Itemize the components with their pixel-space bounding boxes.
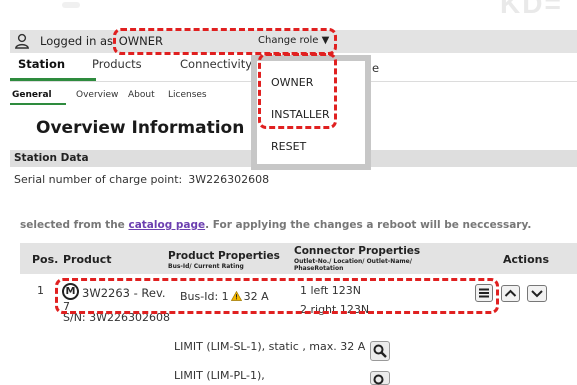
col-actions: Actions — [503, 253, 549, 266]
col-product: Product — [63, 253, 112, 266]
magnifier-icon — [373, 374, 384, 385]
tab-connectivity[interactable]: Connectivity — [180, 57, 252, 71]
col-connector-properties: Connector Properties — [294, 245, 421, 257]
subtab-general[interactable]: General — [12, 90, 52, 100]
menu-button[interactable] — [475, 284, 493, 302]
col-connector-properties-sub1: Outlet-No./ Location/ Outlet-Name/ — [294, 258, 412, 265]
col-product-properties-sub: Bus-Id/ Current Rating — [168, 263, 244, 270]
chevron-down-icon — [531, 290, 543, 298]
row-pos: 1 — [37, 284, 44, 297]
login-prefix: Logged in as — [40, 34, 114, 48]
info-text-after: . For applying the changes a reboot will… — [205, 219, 532, 231]
product-name: 3W2263 - Rev. — [82, 286, 166, 300]
info-text: selected from the catalog page. For appl… — [20, 219, 531, 231]
connector-1: 1 left 123N — [300, 284, 362, 297]
meter-icon: M — [62, 283, 79, 300]
change-role-button[interactable]: Change role ▼ — [258, 35, 329, 46]
limit-pl: LIMIT (LIM-PL-1), — [174, 369, 265, 382]
catalog-page-link[interactable]: catalog page — [128, 219, 205, 231]
connector-2: 2 right 123N — [300, 303, 370, 316]
subtab-licenses[interactable]: Licenses — [168, 90, 207, 100]
product-serial: S/N: 3W226302608 — [63, 311, 170, 324]
magnifier-icon — [373, 344, 387, 358]
user-icon — [14, 33, 30, 49]
col-pos: Pos. — [32, 253, 59, 266]
role-option-installer[interactable]: INSTALLER — [271, 108, 330, 121]
current-rating: 32 A — [243, 290, 269, 303]
role-option-owner[interactable]: OWNER — [271, 76, 313, 89]
page-title: Overview Information — [36, 118, 245, 138]
station-data-label: Station Data — [14, 152, 89, 164]
tab-products[interactable]: Products — [92, 57, 142, 71]
brand-logo-fragment: KD= — [500, 0, 563, 19]
move-down-button[interactable] — [527, 285, 547, 302]
role-option-reset[interactable]: RESET — [271, 140, 306, 153]
tab-partial-hidden-right[interactable]: e — [372, 61, 379, 75]
serial-number-line: Serial number of charge point: 3W22630260… — [14, 173, 269, 186]
hamburger-icon — [479, 288, 489, 298]
move-up-button[interactable] — [501, 285, 520, 302]
header-decoration — [62, 2, 80, 8]
bus-current-cell: Bus-Id: 1 32 A — [180, 290, 269, 303]
limit-static: LIMIT (LIM-SL-1), static , max. 32 A — [174, 340, 366, 353]
current-role: OWNER — [118, 34, 164, 48]
col-product-properties: Product Properties — [168, 250, 280, 262]
search-limit-button[interactable] — [370, 341, 390, 361]
tab-station[interactable]: Station — [18, 57, 65, 71]
serial-label: Serial number of charge point: — [14, 173, 183, 186]
info-text-before: selected from the — [20, 219, 129, 231]
subtab-about[interactable]: About — [128, 90, 155, 100]
login-status: Logged in as OWNER — [40, 34, 163, 48]
subtab-overview[interactable]: Overview — [76, 90, 118, 100]
search-limit-button-2[interactable] — [370, 371, 390, 385]
col-connector-properties-sub2: PhaseRotation — [294, 265, 344, 272]
warning-icon — [230, 291, 242, 301]
serial-value: 3W226302608 — [188, 173, 270, 186]
bus-id: Bus-Id: 1 — [180, 290, 229, 303]
chevron-up-icon — [504, 289, 517, 297]
active-subtab-indicator — [10, 103, 66, 105]
